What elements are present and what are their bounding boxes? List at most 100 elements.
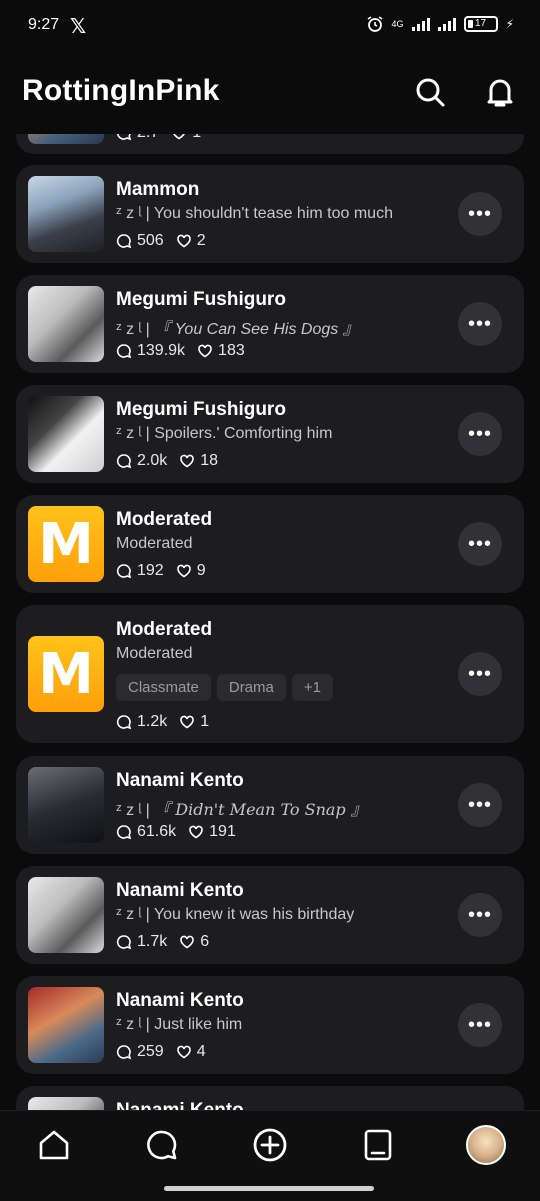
create-icon[interactable] — [252, 1127, 288, 1163]
card-subtitle: ᶻ z ᶩ | 『 You Can See His Dogs 』 — [116, 321, 359, 338]
card-stats: 506 2 — [116, 232, 206, 250]
card-title: Moderated — [116, 509, 213, 530]
list-item[interactable]: Nanami Kento ᶻ z ᶩ | You knew it was his… — [16, 866, 524, 964]
charging-icon: ⚡ — [505, 17, 514, 31]
card-subtitle: ᶻ z ᶩ | You shouldn't tease him too much — [116, 205, 393, 222]
list-item[interactable]: Nanami Kento ᶻ z ᶩ | Just like him 259 4… — [16, 976, 524, 1074]
character-thumbnail — [28, 987, 104, 1063]
character-thumbnail — [28, 286, 104, 362]
heart-icon — [176, 1045, 191, 1059]
card-stats: 1.2k 1 — [116, 713, 209, 731]
more-options-button[interactable]: ••• — [458, 652, 502, 696]
tag-chip[interactable]: Classmate — [116, 674, 211, 701]
card-stats: 259 4 — [116, 1043, 206, 1061]
more-options-button[interactable]: ••• — [458, 302, 502, 346]
card-title: Moderated — [116, 619, 213, 640]
library-icon[interactable] — [360, 1127, 396, 1163]
more-options-button[interactable]: ••• — [458, 1003, 502, 1047]
card-subtitle: Moderated — [116, 645, 193, 662]
card-stats: 61.6k 191 — [116, 823, 236, 841]
card-stats: 2.0k 18 — [116, 452, 218, 470]
comment-icon — [116, 825, 132, 840]
comment-count: 61.6k — [137, 823, 177, 840]
like-count: 191 — [209, 823, 236, 840]
heart-icon — [189, 825, 203, 839]
like-count: 2 — [196, 232, 206, 249]
card-subtitle: Moderated — [116, 535, 193, 552]
status-time: 9:27 — [28, 16, 60, 33]
list-item[interactable]: Megumi Fushiguro ᶻ z ᶩ | 『 You Can See H… — [16, 275, 524, 373]
chat-icon[interactable] — [144, 1127, 180, 1163]
card-stats: 1.7k 6 — [116, 933, 209, 951]
comment-count: 1.2k — [137, 713, 168, 730]
status-bar: 9:27 𝕏 4G 17 ⚡ — [0, 0, 540, 54]
like-count: 183 — [218, 342, 245, 359]
moderated-badge-icon: M — [28, 506, 104, 582]
comment-count: 506 — [137, 232, 164, 249]
heart-icon — [176, 564, 191, 578]
card-title: Megumi Fushiguro — [116, 399, 286, 420]
home-icon[interactable] — [36, 1127, 72, 1163]
comment-icon — [116, 344, 132, 359]
heart-icon — [180, 715, 195, 729]
card-subtitle: ᶻ z ᶩ | Spoilers.' Comforting him — [116, 425, 333, 442]
card-subtitle: ᶻ z ᶩ | 『 Didn't Mean To Snap 』 — [116, 800, 367, 819]
card-title: Nanami Kento — [116, 770, 244, 791]
signal-icon-2 — [437, 17, 456, 31]
app-header: RottingInPink — [0, 54, 540, 134]
card-stats: 192 9 — [116, 562, 206, 580]
comment-count: 192 — [137, 562, 164, 579]
bell-icon[interactable] — [482, 74, 518, 110]
moderated-badge-icon: M — [28, 636, 104, 712]
list-item[interactable]: M Moderated Moderated Classmate Drama +1… — [16, 605, 524, 743]
alarm-icon — [367, 16, 382, 32]
more-options-button[interactable]: ••• — [458, 893, 502, 937]
heart-icon — [198, 344, 212, 358]
like-count: 6 — [200, 933, 210, 950]
card-subtitle: ᶻ z ᶩ | You knew it was his birthday — [116, 906, 355, 923]
profile-avatar[interactable] — [466, 1125, 506, 1165]
comment-count: 259 — [137, 1043, 164, 1060]
search-icon[interactable] — [412, 74, 448, 110]
list-item[interactable]: Nanami Kento ᶻ z ᶩ | 『 Didn't Mean To Sn… — [16, 756, 524, 854]
comment-icon — [116, 564, 132, 579]
card-title: Nanami Kento — [116, 990, 244, 1011]
network-type: 4G — [391, 19, 404, 29]
more-options-button[interactable]: ••• — [458, 412, 502, 456]
page-title: RottingInPink — [22, 74, 220, 107]
card-stats: 139.9k 183 — [116, 342, 245, 360]
comment-count: 2.0k — [137, 452, 168, 469]
comment-icon — [116, 234, 132, 249]
card-subtitle: ᶻ z ᶩ | Just like him — [116, 1016, 243, 1033]
comment-icon — [116, 1045, 132, 1060]
card-title: Nanami Kento — [116, 880, 244, 901]
comment-icon — [116, 935, 132, 950]
card-title: Mammon — [116, 179, 200, 200]
heart-icon — [176, 234, 191, 248]
like-count: 9 — [196, 562, 206, 579]
more-options-button[interactable]: ••• — [458, 783, 502, 827]
comment-icon — [116, 715, 132, 730]
like-count: 1 — [200, 713, 210, 730]
tag-chip[interactable]: Drama — [216, 674, 286, 701]
list-item[interactable]: Megumi Fushiguro ᶻ z ᶩ | Spoilers.' Comf… — [16, 385, 524, 483]
character-thumbnail — [28, 396, 104, 472]
more-options-button[interactable]: ••• — [458, 522, 502, 566]
card-title: Megumi Fushiguro — [116, 289, 286, 310]
status-indicators: 4G 17 ⚡ — [366, 15, 514, 33]
comment-count: 1.7k — [137, 933, 168, 950]
comment-count: 139.9k — [137, 342, 186, 359]
tag-more-chip[interactable]: +1 — [291, 674, 333, 701]
character-thumbnail — [28, 176, 104, 252]
battery-icon: 17 — [463, 16, 498, 32]
heart-icon — [180, 935, 195, 949]
like-count: 18 — [200, 452, 219, 469]
character-thumbnail — [28, 767, 104, 843]
list-item[interactable]: Mammon ᶻ z ᶩ | You shouldn't tease him t… — [16, 165, 524, 263]
x-app-icon: 𝕏 — [70, 16, 87, 38]
signal-icon — [411, 17, 430, 31]
list-item[interactable]: M Moderated Moderated 192 9 ••• — [16, 495, 524, 593]
comment-icon — [116, 454, 132, 469]
heart-icon — [180, 454, 195, 468]
more-options-button[interactable]: ••• — [458, 192, 502, 236]
